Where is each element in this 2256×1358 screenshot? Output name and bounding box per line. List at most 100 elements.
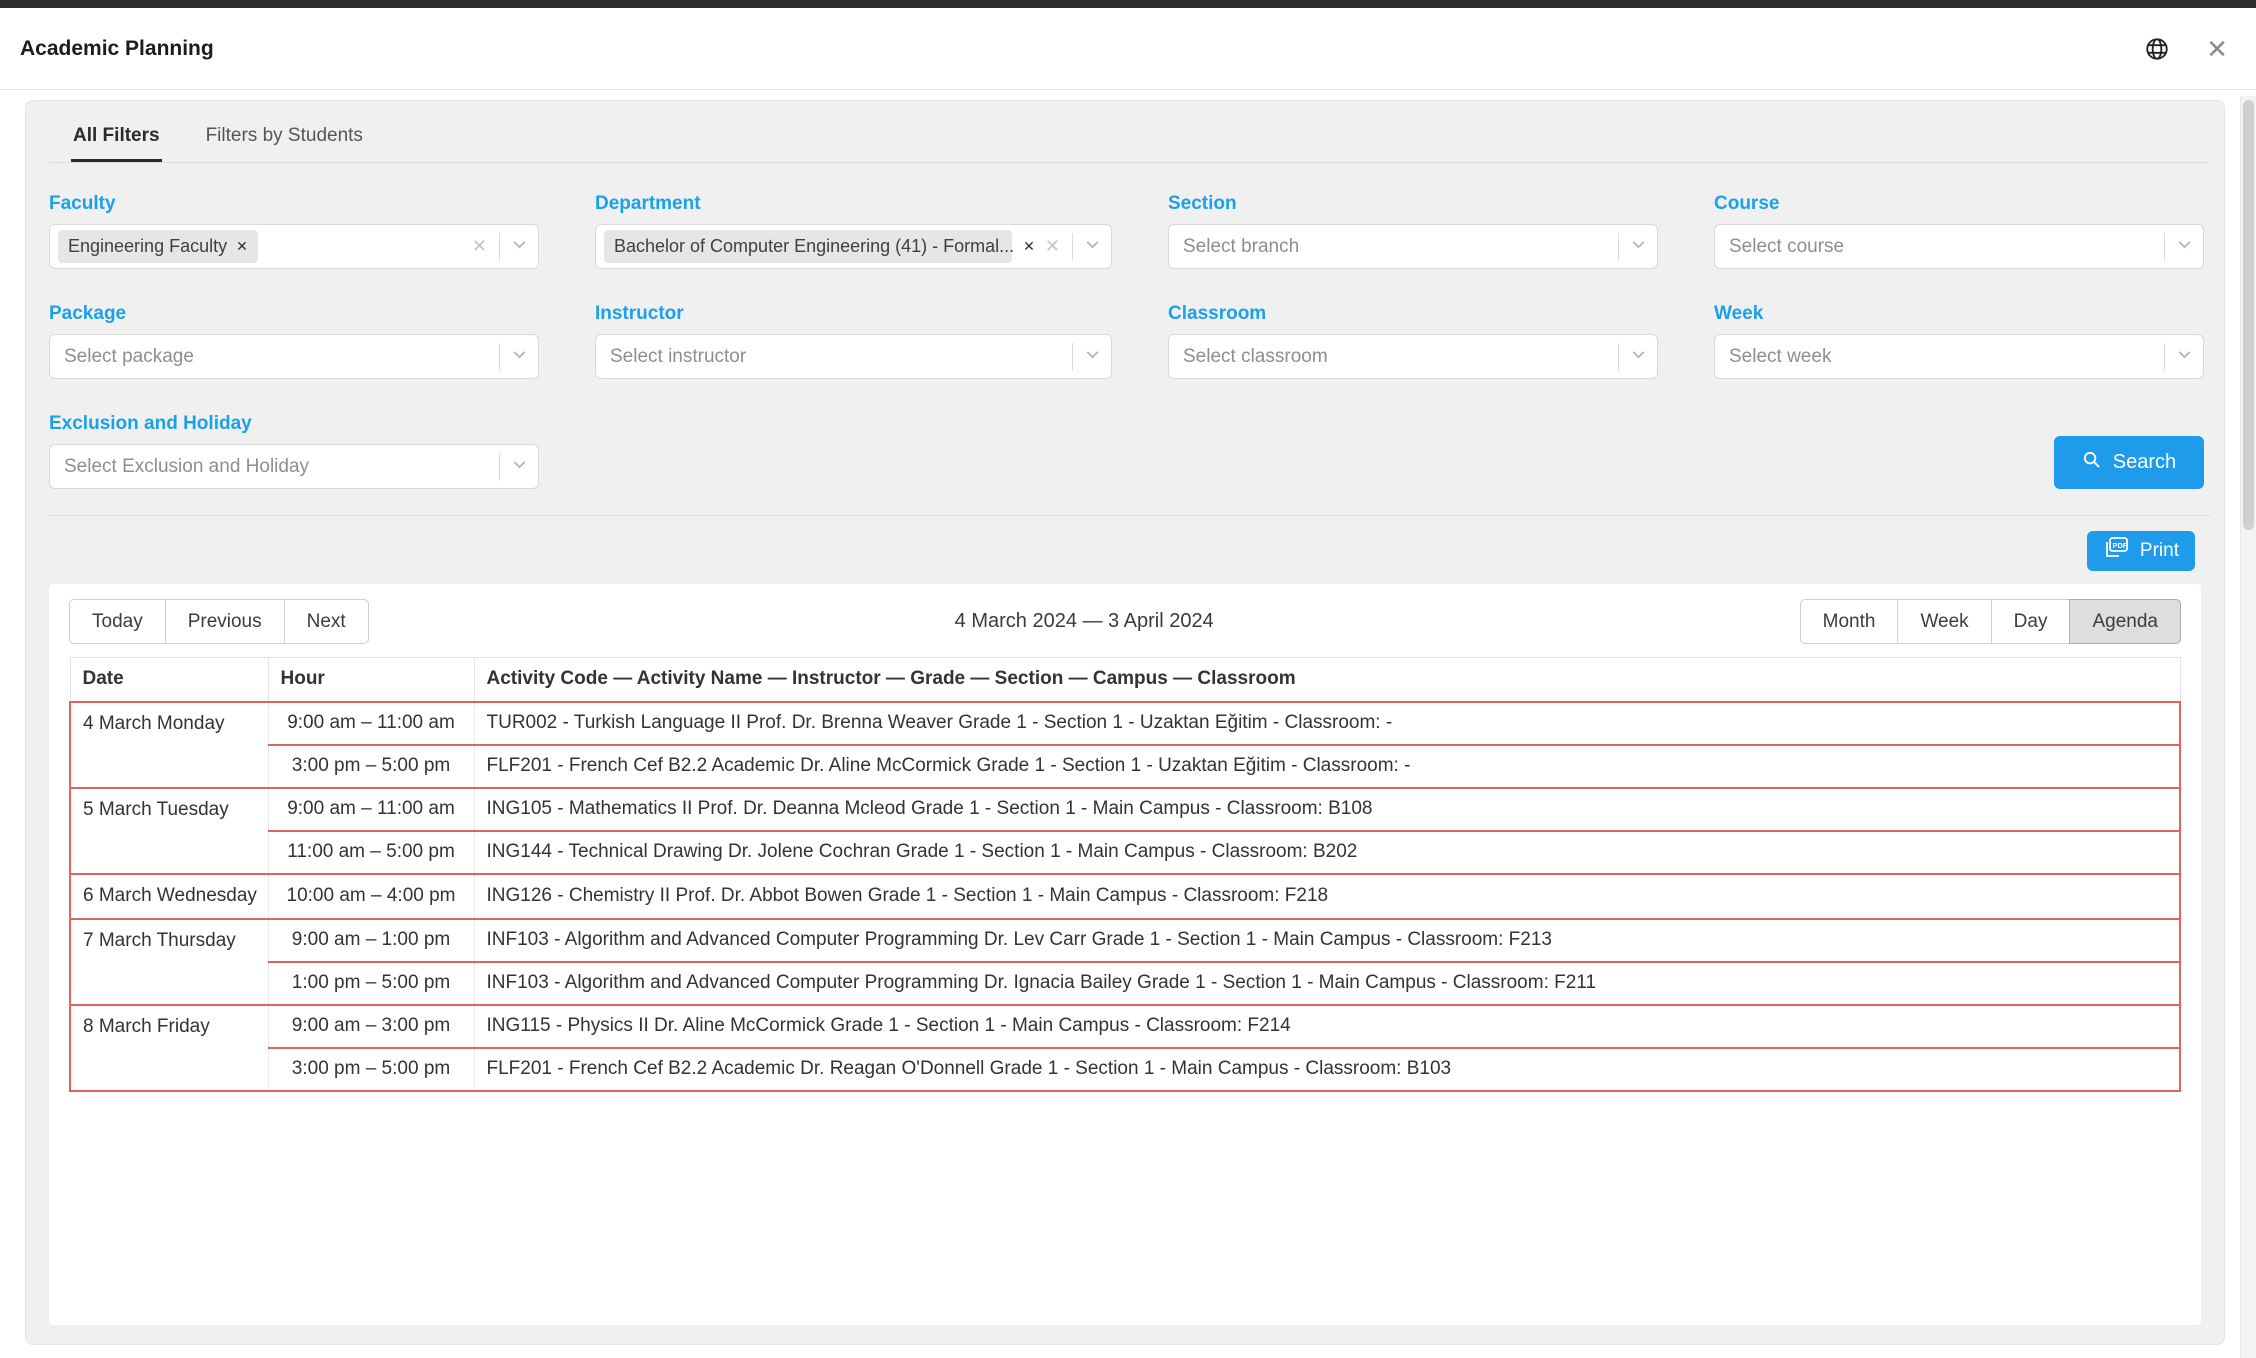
agenda-row[interactable]: 5 March Tuesday9:00 am – 11:00 amING105 … — [70, 788, 2180, 831]
hour-column-header: Hour — [268, 658, 474, 702]
department-clear-icon[interactable]: ✕ — [1045, 236, 1060, 257]
hour-cell: 9:00 am – 3:00 pm — [268, 1005, 474, 1048]
agenda-row[interactable]: 1:00 pm – 5:00 pmINF103 - Algorithm and … — [70, 962, 2180, 1005]
activity-cell: ING115 - Physics II Dr. Aline McCormick … — [474, 1005, 2180, 1048]
hour-cell: 9:00 am – 1:00 pm — [268, 919, 474, 962]
hour-cell: 9:00 am – 11:00 am — [268, 702, 474, 745]
view-agenda-button[interactable]: Agenda — [2069, 599, 2181, 644]
hour-cell: 11:00 am – 5:00 pm — [268, 831, 474, 874]
activity-column-header: Activity Code — Activity Name — Instruct… — [474, 658, 2180, 702]
chevron-down-icon[interactable] — [511, 346, 528, 368]
tab-filters-by-students[interactable]: Filters by Students — [204, 115, 365, 162]
filter-faculty: Faculty Engineering Faculty ✕ ✕ — [49, 193, 539, 269]
titlebar-strip — [0, 0, 2256, 8]
view-month-button[interactable]: Month — [1800, 599, 1899, 644]
section-label: Section — [1168, 193, 1658, 215]
close-icon[interactable]: ✕ — [2206, 36, 2228, 62]
page-title: Academic Planning — [20, 37, 214, 61]
nav-button-group: Today Previous Next — [69, 599, 369, 644]
agenda-row[interactable]: 6 March Wednesday10:00 am – 4:00 pmING12… — [70, 874, 2180, 919]
filters-panel: All Filters Filters by Students Faculty … — [25, 100, 2225, 1345]
chevron-down-icon[interactable] — [1630, 236, 1647, 258]
department-select[interactable]: Bachelor of Computer Engineering (41) - … — [595, 224, 1112, 269]
chevron-down-icon[interactable] — [1630, 346, 1647, 368]
instructor-select[interactable]: Select instructor — [595, 334, 1112, 379]
print-button[interactable]: PDF Print — [2087, 531, 2195, 571]
course-placeholder: Select course — [1723, 236, 1844, 258]
chevron-down-icon[interactable] — [1084, 346, 1101, 368]
activity-cell: ING105 - Mathematics II Prof. Dr. Deanna… — [474, 788, 2180, 831]
exclusion-holiday-label: Exclusion and Holiday — [49, 413, 539, 435]
agenda-date-group: 4 March Monday9:00 am – 11:00 amTUR002 -… — [70, 702, 2180, 788]
svg-text:PDF: PDF — [2112, 541, 2127, 550]
faculty-label: Faculty — [49, 193, 539, 215]
filter-exclusion-holiday: Exclusion and Holiday Select Exclusion a… — [49, 413, 539, 489]
language-globe-icon[interactable] — [2144, 36, 2170, 62]
week-select[interactable]: Select week — [1714, 334, 2204, 379]
divider — [49, 515, 2210, 516]
date-cell: 5 March Tuesday — [70, 788, 268, 874]
agenda-row[interactable]: 11:00 am – 5:00 pmING144 - Technical Dra… — [70, 831, 2180, 874]
next-button[interactable]: Next — [284, 599, 369, 644]
week-placeholder: Select week — [1723, 346, 1831, 368]
exclusion-holiday-select[interactable]: Select Exclusion and Holiday — [49, 444, 539, 489]
view-button-group: Month Week Day Agenda — [1800, 599, 2181, 644]
section-placeholder: Select branch — [1177, 236, 1299, 258]
view-day-button[interactable]: Day — [1991, 599, 2071, 644]
department-chip-remove-icon[interactable]: ✕ — [1023, 238, 1035, 255]
activity-cell: ING144 - Technical Drawing Dr. Jolene Co… — [474, 831, 2180, 874]
page: Academic Planning ✕ All Filters Filters … — [0, 0, 2256, 1358]
filter-course: Course Select course — [1714, 193, 2204, 269]
calendar-toolbar: Today Previous Next 4 March 2024 — 3 Apr… — [69, 599, 2181, 644]
package-select[interactable]: Select package — [49, 334, 539, 379]
agenda-date-group: 6 March Wednesday10:00 am – 4:00 pmING12… — [70, 874, 2180, 919]
agenda-row[interactable]: 4 March Monday9:00 am – 11:00 amTUR002 -… — [70, 702, 2180, 745]
agenda-date-group: 5 March Tuesday9:00 am – 11:00 amING105 … — [70, 788, 2180, 874]
previous-button[interactable]: Previous — [165, 599, 285, 644]
agenda-date-group: 7 March Thursday9:00 am – 1:00 pmINF103 … — [70, 919, 2180, 1005]
agenda-row[interactable]: 3:00 pm – 5:00 pmFLF201 - French Cef B2.… — [70, 1048, 2180, 1091]
chevron-down-icon[interactable] — [511, 456, 528, 478]
chevron-down-icon[interactable] — [2176, 236, 2193, 258]
agenda-row[interactable]: 7 March Thursday9:00 am – 1:00 pmINF103 … — [70, 919, 2180, 962]
activity-cell: FLF201 - French Cef B2.2 Academic Dr. Re… — [474, 1048, 2180, 1091]
department-chip[interactable]: Bachelor of Computer Engineering (41) - … — [604, 230, 1012, 263]
activity-cell: INF103 - Algorithm and Advanced Computer… — [474, 919, 2180, 962]
faculty-chip-label: Engineering Faculty — [68, 236, 227, 257]
app-header: Academic Planning ✕ — [0, 8, 2256, 90]
filter-instructor: Instructor Select instructor — [595, 303, 1112, 379]
agenda-row[interactable]: 8 March Friday9:00 am – 3:00 pmING115 - … — [70, 1005, 2180, 1048]
pdf-icon: PDF — [2103, 536, 2130, 566]
calendar-card: Today Previous Next 4 March 2024 — 3 Apr… — [49, 584, 2201, 1325]
hour-cell: 3:00 pm – 5:00 pm — [268, 745, 474, 788]
department-chip-label: Bachelor of Computer Engineering (41) - … — [614, 236, 1014, 257]
course-select[interactable]: Select course — [1714, 224, 2204, 269]
instructor-label: Instructor — [595, 303, 1112, 325]
filter-section: Section Select branch — [1168, 193, 1658, 269]
package-label: Package — [49, 303, 539, 325]
search-button[interactable]: Search — [2054, 436, 2204, 489]
tab-all-filters[interactable]: All Filters — [71, 115, 162, 162]
faculty-chip[interactable]: Engineering Faculty ✕ — [58, 230, 258, 263]
agenda-table: Date Hour Activity Code — Activity Name … — [69, 657, 2181, 1092]
agenda-header-row: Date Hour Activity Code — Activity Name … — [70, 658, 2180, 702]
activity-cell: FLF201 - French Cef B2.2 Academic Dr. Al… — [474, 745, 2180, 788]
filters-grid: Faculty Engineering Faculty ✕ ✕ Departme… — [49, 193, 2210, 489]
vertical-scrollbar[interactable] — [2240, 96, 2256, 1358]
faculty-select[interactable]: Engineering Faculty ✕ ✕ — [49, 224, 539, 269]
section-select[interactable]: Select branch — [1168, 224, 1658, 269]
print-button-label: Print — [2140, 540, 2179, 562]
classroom-select[interactable]: Select classroom — [1168, 334, 1658, 379]
date-range-title: 4 March 2024 — 3 April 2024 — [955, 610, 1214, 633]
view-week-button[interactable]: Week — [1897, 599, 1991, 644]
chevron-down-icon[interactable] — [1084, 236, 1101, 258]
chevron-down-icon[interactable] — [511, 236, 528, 258]
agenda-row[interactable]: 3:00 pm – 5:00 pmFLF201 - French Cef B2.… — [70, 745, 2180, 788]
faculty-clear-icon[interactable]: ✕ — [472, 236, 487, 257]
chevron-down-icon[interactable] — [2176, 346, 2193, 368]
faculty-chip-remove-icon[interactable]: ✕ — [236, 238, 248, 255]
date-cell: 7 March Thursday — [70, 919, 268, 1005]
course-label: Course — [1714, 193, 2204, 215]
scrollbar-thumb[interactable] — [2243, 100, 2254, 530]
today-button[interactable]: Today — [69, 599, 166, 644]
